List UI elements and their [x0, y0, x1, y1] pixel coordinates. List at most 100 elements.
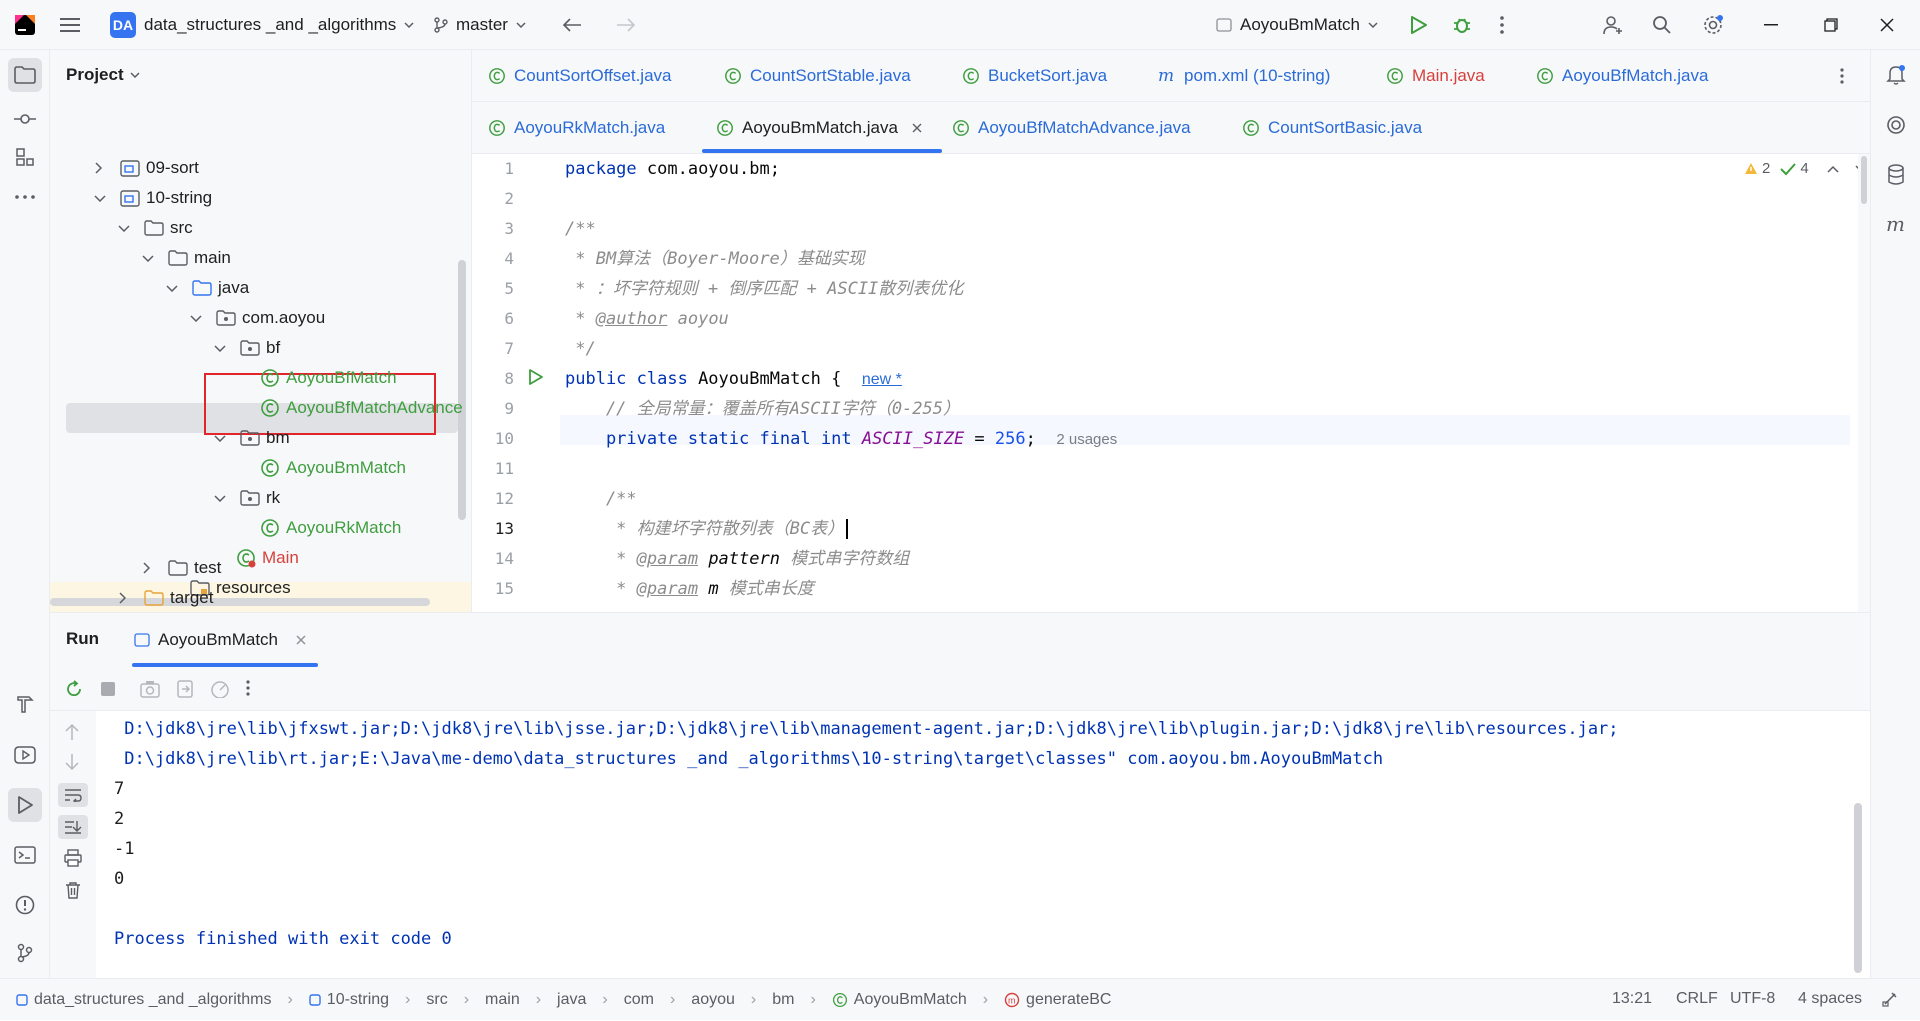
tree-item-10-string[interactable]: 10-string: [94, 183, 212, 213]
breadcrumb-item[interactable]: data_structures _and _algorithms: [34, 991, 271, 1009]
print-button[interactable]: [64, 849, 82, 867]
tree-item-aoyoubfmatch[interactable]: AoyouBfMatch: [260, 363, 397, 393]
tree-item-test[interactable]: test: [142, 553, 221, 583]
tab-pom-xml[interactable]: m pom.xml (10-string): [1158, 50, 1330, 102]
tree-item-aoyoubfmatchadvance[interactable]: AoyouBfMatchAdvance: [260, 393, 463, 423]
tab-bucketsort[interactable]: BucketSort.java: [962, 50, 1107, 102]
tree-item-main[interactable]: main: [142, 243, 231, 273]
terminal-tool-button[interactable]: [8, 838, 42, 872]
tab-options-button[interactable]: [1840, 50, 1844, 102]
debug-button[interactable]: [1452, 0, 1472, 50]
tab-aoyoubfmatch[interactable]: AoyouBfMatch.java: [1536, 50, 1708, 102]
breadcrumb-item[interactable]: com: [624, 991, 654, 1009]
build-tool-button[interactable]: [8, 687, 42, 721]
code-with-me-button[interactable]: [1602, 0, 1624, 50]
usages-hint[interactable]: 2 usages: [1056, 431, 1117, 448]
readonly-toggle[interactable]: [1882, 991, 1898, 1007]
indent-setting[interactable]: 4 spaces: [1798, 990, 1862, 1008]
settings-button[interactable]: [1702, 0, 1724, 50]
file-encoding[interactable]: UTF-8: [1730, 990, 1775, 1008]
database-button[interactable]: [1879, 158, 1913, 192]
tree-item-bm[interactable]: bm: [214, 423, 290, 453]
problems-tool-button[interactable]: [8, 888, 42, 922]
inspections-widget[interactable]: 2 4: [1744, 160, 1867, 177]
tab-aoyoubfmatchadvance[interactable]: AoyouBfMatchAdvance.java: [952, 102, 1191, 154]
tab-countsortstable[interactable]: CountSortStable.java: [724, 50, 911, 102]
run-more-button[interactable]: [246, 680, 250, 696]
code-comment: * 构建坏字符散列表（BC表）: [565, 519, 845, 539]
breadcrumb-item[interactable]: 10-string: [327, 991, 389, 1009]
ai-assistant-button[interactable]: [1879, 108, 1913, 142]
tree-item-rk[interactable]: rk: [214, 483, 280, 513]
run-tab-aoyoubmmatch[interactable]: AoyouBmMatch: [134, 613, 306, 667]
minimize-button[interactable]: [1764, 0, 1778, 50]
tree-item-com-aoyou[interactable]: com.aoyou: [190, 303, 325, 333]
scroll-down-button[interactable]: [64, 753, 80, 771]
breadcrumb-item[interactable]: generateBC: [1026, 991, 1111, 1009]
commit-tool-button[interactable]: [8, 102, 42, 136]
more-actions-button[interactable]: [1500, 0, 1504, 50]
author-hint-link[interactable]: new *: [862, 371, 902, 388]
breadcrumb-item[interactable]: src: [426, 991, 447, 1009]
run-tool-button[interactable]: [8, 788, 42, 822]
project-panel-header[interactable]: Project: [66, 65, 140, 85]
back-button[interactable]: [562, 0, 582, 50]
ide-logo-icon[interactable]: [14, 0, 36, 50]
tree-item-target[interactable]: target: [118, 583, 213, 613]
tree-item-src[interactable]: src: [118, 213, 193, 243]
git-tool-button[interactable]: [8, 936, 42, 970]
tree-item-bf[interactable]: bf: [214, 333, 280, 363]
breadcrumb-item[interactable]: bm: [772, 991, 794, 1009]
tab-main-java[interactable]: Main.java: [1386, 50, 1485, 102]
breadcrumb-item[interactable]: AoyouBmMatch: [854, 991, 967, 1009]
services-tool-button[interactable]: [8, 738, 42, 772]
project-tool-button[interactable]: [8, 58, 42, 92]
tree-item-aoyourkmatch[interactable]: AoyouRkMatch: [260, 513, 401, 543]
clear-console-button[interactable]: [65, 881, 81, 899]
close-tab-icon[interactable]: [296, 635, 306, 645]
tree-item-java[interactable]: java: [166, 273, 249, 303]
scroll-up-button[interactable]: [64, 723, 80, 741]
editor-scrollbar-thumb[interactable]: [1861, 156, 1867, 204]
close-window-button[interactable]: [1880, 0, 1894, 50]
gutter-run-button[interactable]: [528, 368, 544, 386]
tab-countsortbasic[interactable]: CountSortBasic.java: [1242, 102, 1422, 154]
main-menu-button[interactable]: [60, 0, 80, 50]
breadcrumb-item[interactable]: aoyou: [691, 991, 735, 1009]
tab-aoyourkmatch[interactable]: AoyouRkMatch.java: [488, 102, 665, 154]
structure-tool-button[interactable]: [8, 140, 42, 174]
exit-button[interactable]: [176, 680, 194, 698]
line-separator[interactable]: CRLF: [1676, 990, 1718, 1008]
vcs-branch-switcher[interactable]: master: [434, 0, 526, 50]
forward-button[interactable]: [616, 0, 636, 50]
console-scrollbar[interactable]: [1854, 803, 1862, 973]
tab-countsortoffset[interactable]: CountSortOffset.java: [488, 50, 672, 102]
rerun-button[interactable]: [64, 679, 84, 699]
project-switcher[interactable]: DA data_structures _and _algorithms: [110, 0, 414, 50]
tree-item-aoyoubmmatch[interactable]: AoyouBmMatch: [260, 453, 406, 483]
more-tools-button[interactable]: [8, 180, 42, 214]
code-editor[interactable]: 1 2 3 4 5 6 7 8 9 10 11 12 13 14 15 2 4 …: [472, 154, 1870, 612]
maven-button[interactable]: m: [1879, 208, 1913, 242]
close-tab-icon[interactable]: [912, 123, 922, 133]
breadcrumb-item[interactable]: main: [485, 991, 520, 1009]
chevron-up-icon[interactable]: [1827, 165, 1839, 173]
project-scrollbar[interactable]: [458, 260, 466, 520]
run-config-selector[interactable]: AoyouBmMatch: [1216, 0, 1378, 50]
soft-wrap-button[interactable]: [58, 783, 88, 807]
scroll-to-end-button[interactable]: [58, 815, 88, 839]
notifications-button[interactable]: [1879, 58, 1913, 92]
gauge-icon: [211, 681, 229, 698]
code-text: ;: [1025, 429, 1036, 449]
stop-button[interactable]: [100, 681, 116, 697]
tab-aoyoubmmatch-active[interactable]: AoyouBmMatch.java: [716, 102, 922, 154]
run-button[interactable]: [1410, 0, 1428, 50]
tree-item-main-class[interactable]: Main: [236, 543, 299, 573]
dump-threads-button[interactable]: [140, 680, 160, 698]
breadcrumb-item[interactable]: java: [557, 991, 586, 1009]
caret-position[interactable]: 13:21: [1612, 990, 1652, 1008]
restore-button[interactable]: [1824, 0, 1838, 50]
tree-item-09-sort[interactable]: 09-sort: [94, 153, 199, 183]
search-everywhere-button[interactable]: [1652, 0, 1672, 50]
coverage-button[interactable]: [210, 680, 230, 698]
